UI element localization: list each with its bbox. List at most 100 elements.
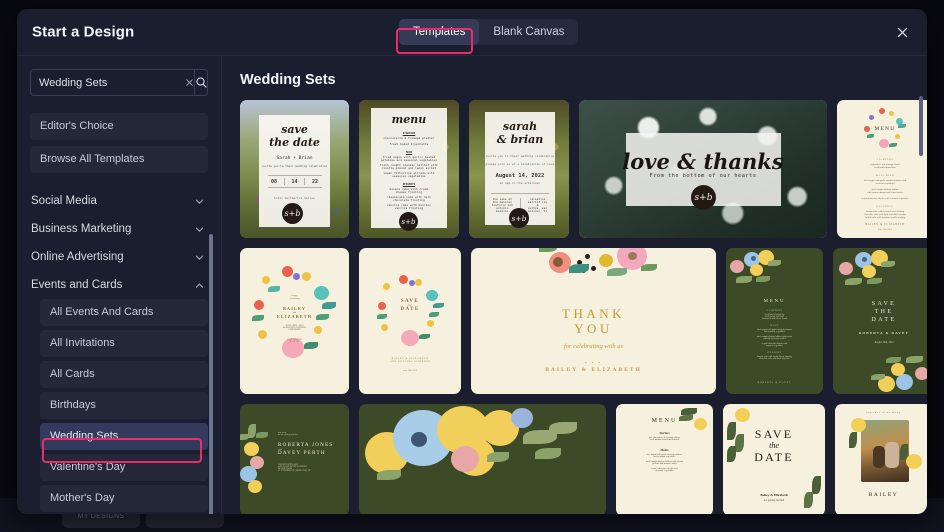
card-item: cheese frosting	[395, 191, 423, 194]
card-name-1: ROBERTA JONES	[278, 443, 334, 448]
sidebar-scrollbar[interactable]	[209, 234, 213, 514]
template-grid: save the date Sarah + Brian invite you t…	[240, 100, 927, 514]
card-item: risotto almond and lemon sorbet	[381, 167, 437, 170]
card-monogram: s+b	[509, 208, 529, 228]
search-input[interactable]	[31, 70, 185, 95]
card-line-3: DATE	[871, 317, 897, 323]
card-venue-right: reception marriot inn & suites, san anto…	[526, 198, 549, 213]
close-icon[interactable]	[891, 21, 913, 43]
template-card-cream-save-the-date-yellow[interactable]: SAVE the DATE Bailey & Elizabeth are get…	[723, 404, 825, 514]
results-scrollbar[interactable]	[919, 96, 923, 156]
card-text-block: happy celebrating BAILEY and ELIZABETH J…	[268, 294, 321, 343]
card-item: chocolate cake with dark chocolate	[759, 358, 790, 360]
card-item: seasonal vegetables	[392, 175, 426, 178]
card-subtitle: for celebrating with us	[563, 343, 624, 350]
card-floral-left	[849, 418, 871, 448]
template-card-olive-menu-floral[interactable]: MENU STARTERS fresh baked bruschetta wit…	[726, 248, 823, 394]
card-title: MENU	[874, 126, 896, 132]
card-text-block: join us as we are getting married ROBERT…	[278, 432, 341, 472]
card-names: BAILEY & ELIZABETH	[545, 367, 642, 373]
sidebar-group-events-and-cards-label: Events and Cards	[31, 279, 123, 291]
card-title: MENU	[763, 298, 786, 303]
template-card-save-the-date-wreath[interactable]: SAVE the DATE BAILEY & ELIZABETH ARE GET…	[359, 248, 461, 394]
sidebar: Editor's Choice Browse All Templates Soc…	[17, 56, 222, 514]
sidebar-group-social-media[interactable]: Social Media	[30, 187, 208, 215]
template-row-2: happy celebrating BAILEY and ELIZABETH J…	[240, 248, 927, 394]
sidebar-item-browse-all-templates[interactable]: Browse All Templates	[30, 146, 208, 173]
card-rsvp-2: JUNE 1ST	[289, 341, 300, 343]
card-section: Starters	[659, 431, 670, 435]
card-section-3: DESSERTS	[402, 183, 416, 186]
sidebar-group-online-advertising-label: Online Advertising	[31, 251, 124, 263]
template-card-save-the-date-meadow[interactable]: save the date Sarah + Brian invite you t…	[240, 100, 349, 238]
card-line-1: SAVE	[871, 301, 897, 307]
sidebar-item-editors-choice[interactable]: Editor's Choice	[30, 113, 208, 140]
card-detail: CEREMONY	[288, 329, 301, 331]
card-name-2: ELIZABETH	[276, 314, 313, 319]
sidebar-group-online-advertising[interactable]: Online Advertising	[30, 243, 208, 271]
card-footer-2: ARE GETTING MARRIED	[389, 360, 430, 363]
template-card-love-and-thanks[interactable]: love & thanks From the bottom of our hea…	[579, 100, 827, 238]
card-time: at 4pm in the afternoon	[499, 182, 541, 185]
clear-search-icon[interactable]	[185, 70, 194, 95]
template-card-bailey-elizabeth-wreath-invite[interactable]: happy celebrating BAILEY and ELIZABETH J…	[240, 248, 349, 394]
card-section: MAIN DISH	[875, 174, 895, 177]
card-script-line-2: the date	[269, 136, 320, 149]
template-card-menu-wreath-cream[interactable]: MENU STARTERS charcuterie and fromage bo…	[837, 100, 927, 238]
sidebar-item-mothers-day[interactable]: Mother's Day	[40, 485, 208, 512]
template-card-cream-menu-yellow[interactable]: MENU Starters raw charcuterie & fromage …	[616, 404, 713, 514]
chevron-down-icon	[195, 199, 204, 204]
card-item: and seasonal vegetables	[653, 456, 676, 458]
card-date: August 14, 2022	[495, 173, 545, 179]
template-card-olive-roberta-davey-invite[interactable]: join us as we are getting married ROBERT…	[240, 404, 349, 514]
card-menu-body: Starters raw charcuterie & fromage platt…	[626, 431, 703, 472]
sidebar-item-birthdays[interactable]: Birthdays	[40, 392, 208, 419]
category-nav: Social Media Business Marketing Online A…	[30, 187, 208, 514]
search-box	[30, 69, 208, 96]
card-item: charcuterie and cheese board	[761, 318, 788, 320]
card-item: seasonal vegetables	[765, 345, 784, 347]
card-paper: menu STARTERS charcuterie & fromage plat…	[371, 108, 447, 228]
sidebar-item-wedding-sets[interactable]: Wedding Sets	[40, 423, 208, 450]
template-card-olive-floral-blank[interactable]	[359, 404, 606, 514]
card-pre-2: we are getting married	[278, 434, 298, 436]
card-floral-right	[793, 468, 823, 510]
card-script-line-2: & brian	[496, 133, 544, 146]
card-section-1: STARTERS	[402, 132, 416, 135]
sidebar-item-valentines-day[interactable]: Valentine's Day	[40, 454, 208, 481]
card-footer: ROBERTA & DAVEY	[757, 381, 792, 384]
card-monogram: s+b	[282, 203, 303, 224]
tab-blank-canvas[interactable]: Blank Canvas	[479, 19, 578, 45]
card-subtitle: invite you to their wedding celebration	[261, 164, 328, 168]
template-card-thank-you-floral[interactable]: THANK YOU for celebrating with us • • • …	[471, 248, 716, 394]
card-line-2: THE	[874, 309, 894, 315]
card-script-line-1: save	[281, 123, 308, 136]
card-title: MENU	[651, 418, 678, 424]
card-text-block: THANK YOU for celebrating with us • • • …	[471, 306, 716, 373]
template-card-menu-meadow[interactable]: menu STARTERS charcuterie & fromage plat…	[359, 100, 459, 238]
card-line-1: SAVE	[754, 427, 794, 441]
card-dots: • • •	[585, 360, 602, 365]
template-card-photo-couple-yellow[interactable]: together in harmony BAILEY	[835, 404, 927, 514]
template-card-sarah-brian-invite[interactable]: sarah & brian invite you to their weddin…	[469, 100, 569, 238]
card-detail: 21 N TIMBER LN | MIDLAND, TX	[278, 470, 311, 472]
card-item: chocolate frosting	[393, 199, 425, 202]
card-section: DESSERT	[767, 352, 782, 354]
chevron-up-icon	[195, 282, 204, 288]
card-line-3: DATE	[400, 307, 420, 312]
results-heading: Wedding Sets	[240, 72, 336, 88]
template-card-olive-save-the-date[interactable]: SAVE THE DATE ROBERTA & DAVEY August 20t…	[833, 248, 927, 394]
sidebar-group-events-and-cards[interactable]: Events and Cards	[30, 271, 208, 299]
search-icon[interactable]	[194, 70, 207, 95]
sidebar-item-all-invitations[interactable]: All Invitations	[40, 330, 208, 357]
card-floral-corner-bottom	[867, 342, 927, 394]
card-text-block: SAVE the DATE	[723, 428, 825, 464]
card-item: fresh baked bruschetta	[389, 143, 429, 146]
template-results-panel: Wedding Sets save the date Sarah + Brian…	[222, 56, 927, 514]
start-a-design-dialog: Start a Design Templates Blank Canvas We…	[17, 9, 927, 514]
tab-templates[interactable]: Templates	[399, 19, 480, 45]
sidebar-group-business-marketing[interactable]: Business Marketing	[30, 215, 208, 243]
sidebar-item-all-events-and-cards[interactable]: All Events And Cards	[40, 299, 208, 326]
sidebar-item-all-cards[interactable]: All Cards	[40, 361, 208, 388]
card-section: Mains	[660, 448, 669, 452]
